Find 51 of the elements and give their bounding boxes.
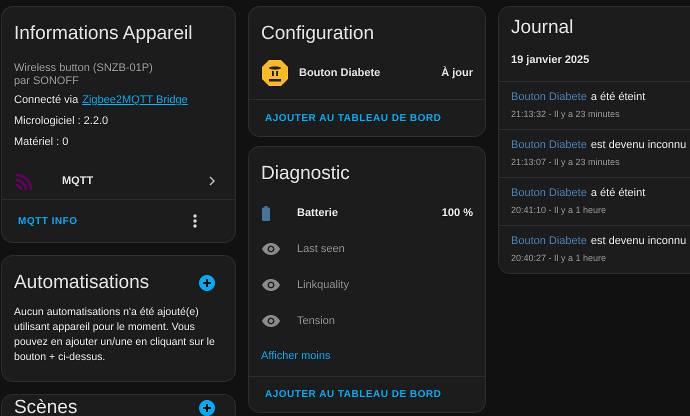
entity-name: Linkquality <box>297 278 349 293</box>
more-options-icon[interactable] <box>193 214 197 228</box>
entity-link[interactable]: Bouton Diabete <box>511 232 587 249</box>
event-time: 21:13:32 - Il y a 23 minutes <box>511 108 621 121</box>
event-message: est devenu inconnu <box>590 138 686 152</box>
integration-row[interactable]: MQTT <box>2 163 235 199</box>
entity-row[interactable]: Bouton Diabete À jour <box>249 55 485 91</box>
connected-label: Connecté via <box>14 94 78 107</box>
firmware-version: Micrologiciel : 2.2.0 <box>14 115 110 128</box>
device-model: Wireless button (SNZB-01P) <box>14 62 154 75</box>
mqtt-info-button[interactable]: MQTT INFO <box>14 214 82 228</box>
card-title: Configuration <box>260 22 376 46</box>
event-message: est devenu inconnu <box>590 234 686 248</box>
eye-icon <box>262 243 280 255</box>
journal-date: 19 janvier 2025 <box>510 53 590 68</box>
bridge-link[interactable]: Zigbee2MQTT Bridge <box>82 94 188 107</box>
device-manufacturer: par SONOFF <box>14 75 80 88</box>
entity-link[interactable]: Bouton Diabete <box>511 184 587 201</box>
hardware-version: Matériel : 0 <box>14 136 70 149</box>
add-icon[interactable] <box>199 400 215 416</box>
event-message: a été éteint <box>590 90 646 104</box>
add-icon[interactable] <box>199 275 215 291</box>
event-time: 20:41:10 - Il y a 1 heure <box>511 204 608 217</box>
entity-link[interactable]: Bouton Diabete <box>511 88 587 105</box>
integration-name: MQTT <box>62 174 94 189</box>
entity-state: À jour <box>441 65 473 81</box>
card-title: Diagnostic <box>260 162 351 186</box>
eye-icon <box>262 315 280 327</box>
add-to-dashboard-button[interactable]: AJOUTER AU TABLEAU DE BORD <box>265 110 442 126</box>
card-title: Informations Appareil <box>14 23 194 45</box>
event-message: a été éteint <box>590 186 646 200</box>
card-title: Automatisations <box>14 272 150 294</box>
entity-row[interactable]: Batterie 100 % <box>249 195 485 231</box>
event-time: 21:13:07 - Il y a 23 minutes <box>511 156 621 169</box>
eye-icon <box>262 279 280 291</box>
add-to-dashboard-button[interactable]: AJOUTER AU TABLEAU DE BORD <box>265 387 442 402</box>
chevron-right-icon <box>209 176 215 186</box>
entity-name: Tension <box>297 314 335 329</box>
entity-name: Bouton Diabete <box>299 66 380 81</box>
event-time: 20:40:27 - Il y a 1 heure <box>511 252 608 265</box>
card-title: Journal <box>510 16 574 40</box>
device-logo-icon <box>261 59 289 87</box>
show-less-link[interactable]: Afficher moins <box>261 349 330 364</box>
entity-link[interactable]: Bouton Diabete <box>511 136 587 153</box>
signal-waves-icon <box>14 172 34 190</box>
empty-message: Aucun automatisations n'a été ajouté(e) utilisant appareil pour le moment. Vous pouvez en ajouter un/une en cliquant sur le bouton + ci-dessus. <box>14 305 216 365</box>
card-title: Scènes <box>14 399 78 416</box>
battery-icon <box>262 206 270 220</box>
entity-name: Batterie <box>297 206 338 221</box>
entity-value: 100 % <box>442 206 473 221</box>
entity-name: Last seen <box>297 242 345 257</box>
